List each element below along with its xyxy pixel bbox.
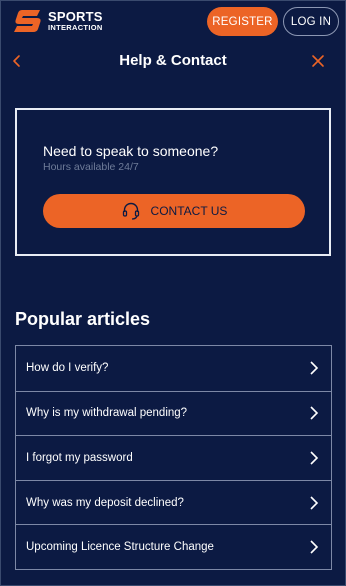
chevron-right-icon xyxy=(310,540,319,554)
popular-articles-title: Popular articles xyxy=(15,309,151,329)
contact-heading: Need to speak to someone? xyxy=(43,143,219,159)
register-button[interactable]: REGISTER xyxy=(207,7,278,36)
logo-s-icon xyxy=(14,10,41,32)
page-title: Help & Contact xyxy=(119,52,227,69)
article-label: Why was my deposit declined? xyxy=(26,496,184,509)
article-item[interactable]: How do I verify? xyxy=(16,346,331,391)
page-header: Help & Contact xyxy=(1,45,345,77)
contact-card: Need to speak to someone? Hours availabl… xyxy=(15,108,331,256)
chevron-right-icon xyxy=(310,451,319,465)
logo-line-1: SPORTS xyxy=(48,9,103,25)
logo-text: SPORTS INTERACTION xyxy=(48,10,103,32)
close-icon[interactable] xyxy=(311,54,325,68)
login-button[interactable]: LOG IN xyxy=(283,7,339,36)
top-bar: SPORTS INTERACTION REGISTER LOG IN xyxy=(1,1,345,41)
article-label: Why is my withdrawal pending? xyxy=(26,407,188,420)
article-label: I forgot my password xyxy=(26,451,133,464)
headset-icon xyxy=(122,202,139,220)
popular-articles-list: How do I verify? Why is my withdrawal pe… xyxy=(15,345,332,570)
article-item[interactable]: Why was my deposit declined? xyxy=(16,479,331,525)
article-item[interactable]: Why is my withdrawal pending? xyxy=(16,390,331,436)
article-label: How do I verify? xyxy=(26,362,109,375)
logo-line-2: INTERACTION xyxy=(48,23,103,33)
contact-hours-text: Hours available 24/7 xyxy=(43,161,139,173)
article-item[interactable]: Upcoming Licence Structure Change xyxy=(16,524,331,569)
chevron-right-icon xyxy=(310,361,319,375)
article-item[interactable]: I forgot my password xyxy=(16,435,331,480)
chevron-right-icon xyxy=(310,496,319,510)
contact-us-button[interactable]: CONTACT US xyxy=(43,194,305,228)
article-label: Upcoming Licence Structure Change xyxy=(26,541,214,554)
chevron-right-icon xyxy=(310,406,319,420)
contact-us-label: CONTACT US xyxy=(150,204,228,218)
sports-interaction-logo[interactable]: SPORTS INTERACTION xyxy=(13,8,103,34)
